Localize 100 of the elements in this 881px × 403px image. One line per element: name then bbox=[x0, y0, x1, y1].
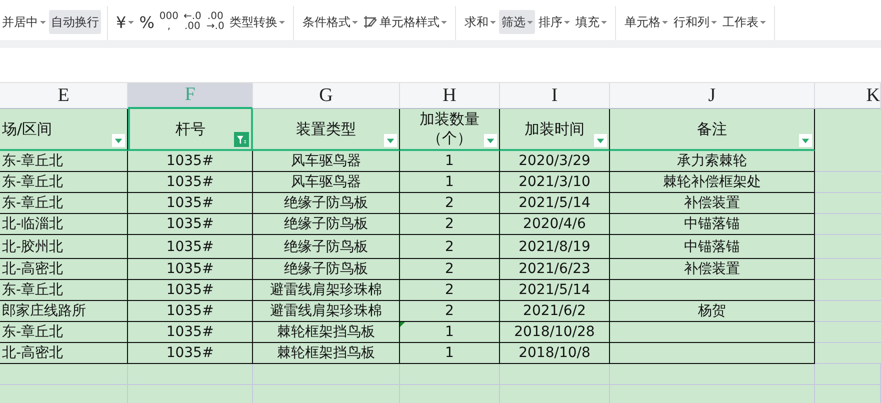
table-cell: 风车驱鸟器 bbox=[253, 172, 400, 193]
filter-button[interactable] bbox=[384, 134, 397, 147]
toolbar-button[interactable]: 填充 bbox=[573, 10, 610, 34]
table-cell: 2 bbox=[400, 259, 500, 280]
table-cell: 绝缘子防鸟板 bbox=[253, 259, 400, 280]
table-cell: 1035# bbox=[128, 322, 253, 343]
table-cell: 绝缘子防鸟板 bbox=[253, 235, 400, 259]
table-cell: 1035# bbox=[128, 259, 253, 280]
caret-icon bbox=[486, 136, 495, 145]
table-cell: 2 bbox=[400, 214, 500, 235]
table-cell: 北-高密北 bbox=[0, 259, 128, 280]
table-cell: 风车驱鸟器 bbox=[253, 151, 400, 172]
table-cell: 北-临淄北 bbox=[0, 214, 128, 235]
table-cell: 2020/3/29 bbox=[500, 151, 610, 172]
table-cell: 北-胶州北 bbox=[0, 235, 128, 259]
toolbar-button[interactable]: 并居中 bbox=[0, 10, 48, 34]
caret-icon bbox=[386, 136, 395, 145]
table-cell: 2018/10/8 bbox=[500, 343, 610, 364]
toolbar-button[interactable]: 求和 bbox=[462, 10, 498, 34]
table-cell: 棘轮补偿框架处 bbox=[610, 172, 815, 193]
toolbar-button[interactable]: .00 →.0 bbox=[204, 10, 226, 34]
table-cell: 避雷线肩架珍珠棉 bbox=[253, 280, 400, 301]
brush-icon bbox=[363, 15, 378, 29]
table-cell: 2021/6/23 bbox=[500, 259, 610, 280]
table-cell: 避雷线肩架珍珠棉 bbox=[253, 301, 400, 322]
table-cell: 1035# bbox=[128, 235, 253, 259]
table-cell: 绝缘子防鸟板 bbox=[253, 214, 400, 235]
column-title: 杆号 bbox=[176, 120, 206, 138]
table-cell: 2020/4/6 bbox=[500, 214, 610, 235]
table-cell: 1035# bbox=[128, 151, 253, 172]
toolbar-button[interactable]: 工作表 bbox=[720, 10, 768, 34]
table-cell: 2 bbox=[400, 193, 500, 214]
table-cell: 绝缘子防鸟板 bbox=[253, 193, 400, 214]
table-cell: 棘轮框架挡鸟板 bbox=[253, 343, 400, 364]
filter-button[interactable] bbox=[234, 132, 249, 147]
column-header[interactable]: G bbox=[253, 83, 400, 109]
toolbar-button[interactable]: ¥ bbox=[114, 10, 136, 34]
column-header[interactable]: K bbox=[815, 83, 881, 109]
column-header[interactable]: E bbox=[0, 83, 128, 109]
table-cell: 承力索棘轮 bbox=[610, 151, 815, 172]
table-cell: 1035# bbox=[128, 343, 253, 364]
empty-cell bbox=[815, 364, 881, 385]
column-title: 加装数量 （个） bbox=[420, 110, 480, 148]
column-header[interactable]: I bbox=[500, 83, 610, 109]
column-title: 加装时间 bbox=[524, 120, 584, 138]
filter-button[interactable] bbox=[484, 134, 497, 147]
table-cell: 2018/10/28 bbox=[500, 322, 610, 343]
table-cell: 东-章丘北 bbox=[0, 280, 128, 301]
table-cell: 1035# bbox=[128, 214, 253, 235]
table-cell: 中锚落锚 bbox=[610, 214, 815, 235]
toolbar-button[interactable]: 类型转换 bbox=[227, 10, 288, 34]
table-cell: 补偿装置 bbox=[610, 193, 815, 214]
column-title: 场/区间 bbox=[1, 120, 52, 138]
table-cell: 1 bbox=[400, 343, 500, 364]
column-header[interactable]: H bbox=[400, 83, 500, 109]
toolbar-button[interactable]: 条件格式 bbox=[300, 10, 360, 34]
table-cell: 1035# bbox=[128, 301, 253, 322]
table-cell: 2021/6/2 bbox=[500, 301, 610, 322]
toolbar-button[interactable]: 行和列 bbox=[671, 10, 720, 34]
table-cell: 东-章丘北 bbox=[0, 322, 128, 343]
toolbar-button[interactable]: 000 , bbox=[157, 10, 180, 34]
table-cell: 1 bbox=[400, 172, 500, 193]
filter-button[interactable] bbox=[799, 134, 812, 147]
toolbar-button[interactable]: % bbox=[137, 10, 156, 34]
funnel-icon bbox=[237, 135, 246, 144]
table-cell: 补偿装置 bbox=[610, 259, 815, 280]
caret-icon bbox=[596, 136, 605, 145]
toolbar-button[interactable]: 自动换行 bbox=[49, 10, 101, 34]
table-cell: 北-高密北 bbox=[0, 343, 128, 364]
toolbar-button[interactable]: 筛选 bbox=[499, 10, 536, 34]
filter-button[interactable] bbox=[594, 134, 607, 147]
table-cell: 2021/8/19 bbox=[500, 235, 610, 259]
table-cell: 2021/5/14 bbox=[500, 280, 610, 301]
toolbar-button[interactable]: 单元格 bbox=[622, 10, 670, 34]
table-cell: 1035# bbox=[128, 193, 253, 214]
table-cell: 2021/3/10 bbox=[500, 172, 610, 193]
filter-button[interactable] bbox=[112, 134, 125, 147]
table-cell: 东-章丘北 bbox=[0, 193, 128, 214]
table-cell: 2 bbox=[400, 280, 500, 301]
table-cell: 2 bbox=[400, 301, 500, 322]
caret-icon bbox=[114, 136, 123, 145]
column-header[interactable]: J bbox=[610, 83, 815, 109]
column-title: 备注 bbox=[697, 120, 727, 138]
table-cell: 郎家庄线路所 bbox=[0, 301, 128, 322]
table-cell: 杨贺 bbox=[610, 301, 815, 322]
table-cell: 1035# bbox=[128, 172, 253, 193]
table-cell: 中锚落锚 bbox=[610, 235, 815, 259]
table-cell: 2021/5/14 bbox=[500, 193, 610, 214]
toolbar-button[interactable]: 排序 bbox=[536, 10, 572, 34]
table-cell: 2 bbox=[400, 235, 500, 259]
table-cell: 1035# bbox=[128, 280, 253, 301]
toolbar-button[interactable]: ←.0 .00 bbox=[181, 10, 204, 34]
table-cell: 1 bbox=[400, 151, 500, 172]
caret-icon bbox=[801, 136, 810, 145]
cell-text: 1 bbox=[445, 324, 454, 340]
table-cell: 棘轮框架挡鸟板 bbox=[253, 322, 400, 343]
table-cell: 东-章丘北 bbox=[0, 151, 128, 172]
table-cell: 东-章丘北 bbox=[0, 172, 128, 193]
toolbar-button[interactable]: 单元格样式 bbox=[361, 10, 450, 34]
column-title: 装置类型 bbox=[296, 120, 356, 138]
